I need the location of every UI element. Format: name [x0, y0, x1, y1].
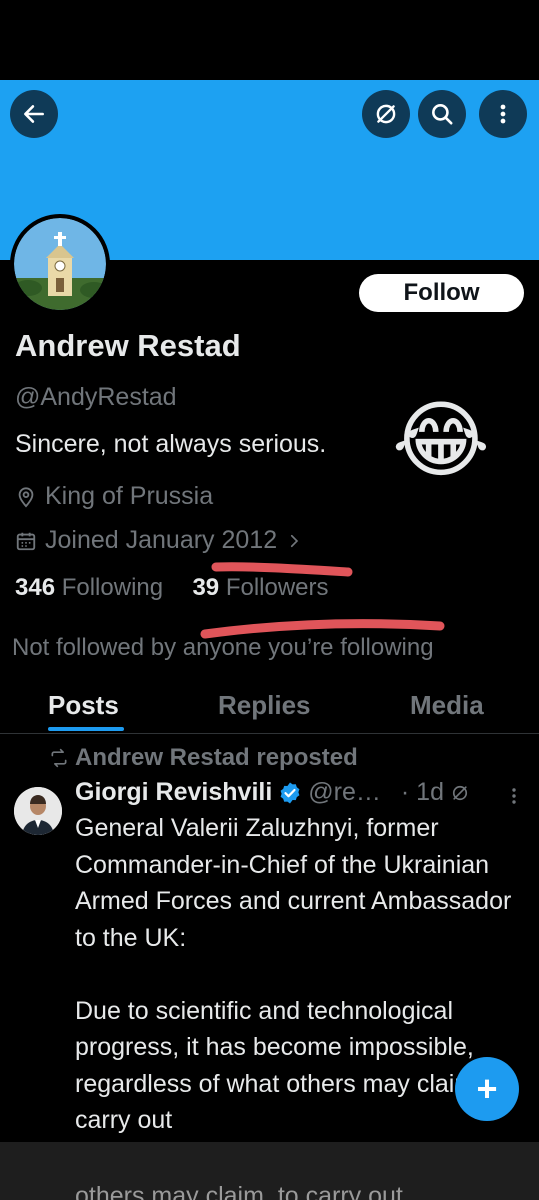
tab-media[interactable]: Media — [410, 690, 484, 721]
post-author-avatar[interactable] — [14, 787, 62, 835]
slash-circle-icon — [452, 785, 468, 800]
red-annotation-marks — [200, 562, 445, 639]
bottom-faded-text: others may claim, to carry out — [75, 1182, 403, 1200]
post-time: · 1d — [400, 778, 444, 806]
tab-replies[interactable]: Replies — [218, 690, 311, 721]
tab-posts[interactable]: Posts — [48, 690, 119, 721]
post-header: Giorgi Revishvili @re… · 1d — [75, 778, 470, 807]
bottom-nav-bar: others may claim, to carry out — [0, 1142, 539, 1200]
repost-icon — [51, 748, 67, 768]
compose-button[interactable]: + — [455, 1057, 519, 1121]
plus-icon: + — [476, 1068, 498, 1109]
post-more-icon[interactable] — [506, 786, 522, 806]
tabs-divider — [0, 733, 539, 734]
verified-badge-icon — [280, 782, 300, 803]
post-author-handle: @re… — [308, 778, 381, 806]
repost-label: Andrew Restad reposted — [75, 744, 358, 771]
avatar-image — [14, 787, 62, 835]
post-author-name[interactable]: Giorgi Revishvili — [75, 778, 272, 807]
active-tab-indicator — [48, 727, 124, 731]
